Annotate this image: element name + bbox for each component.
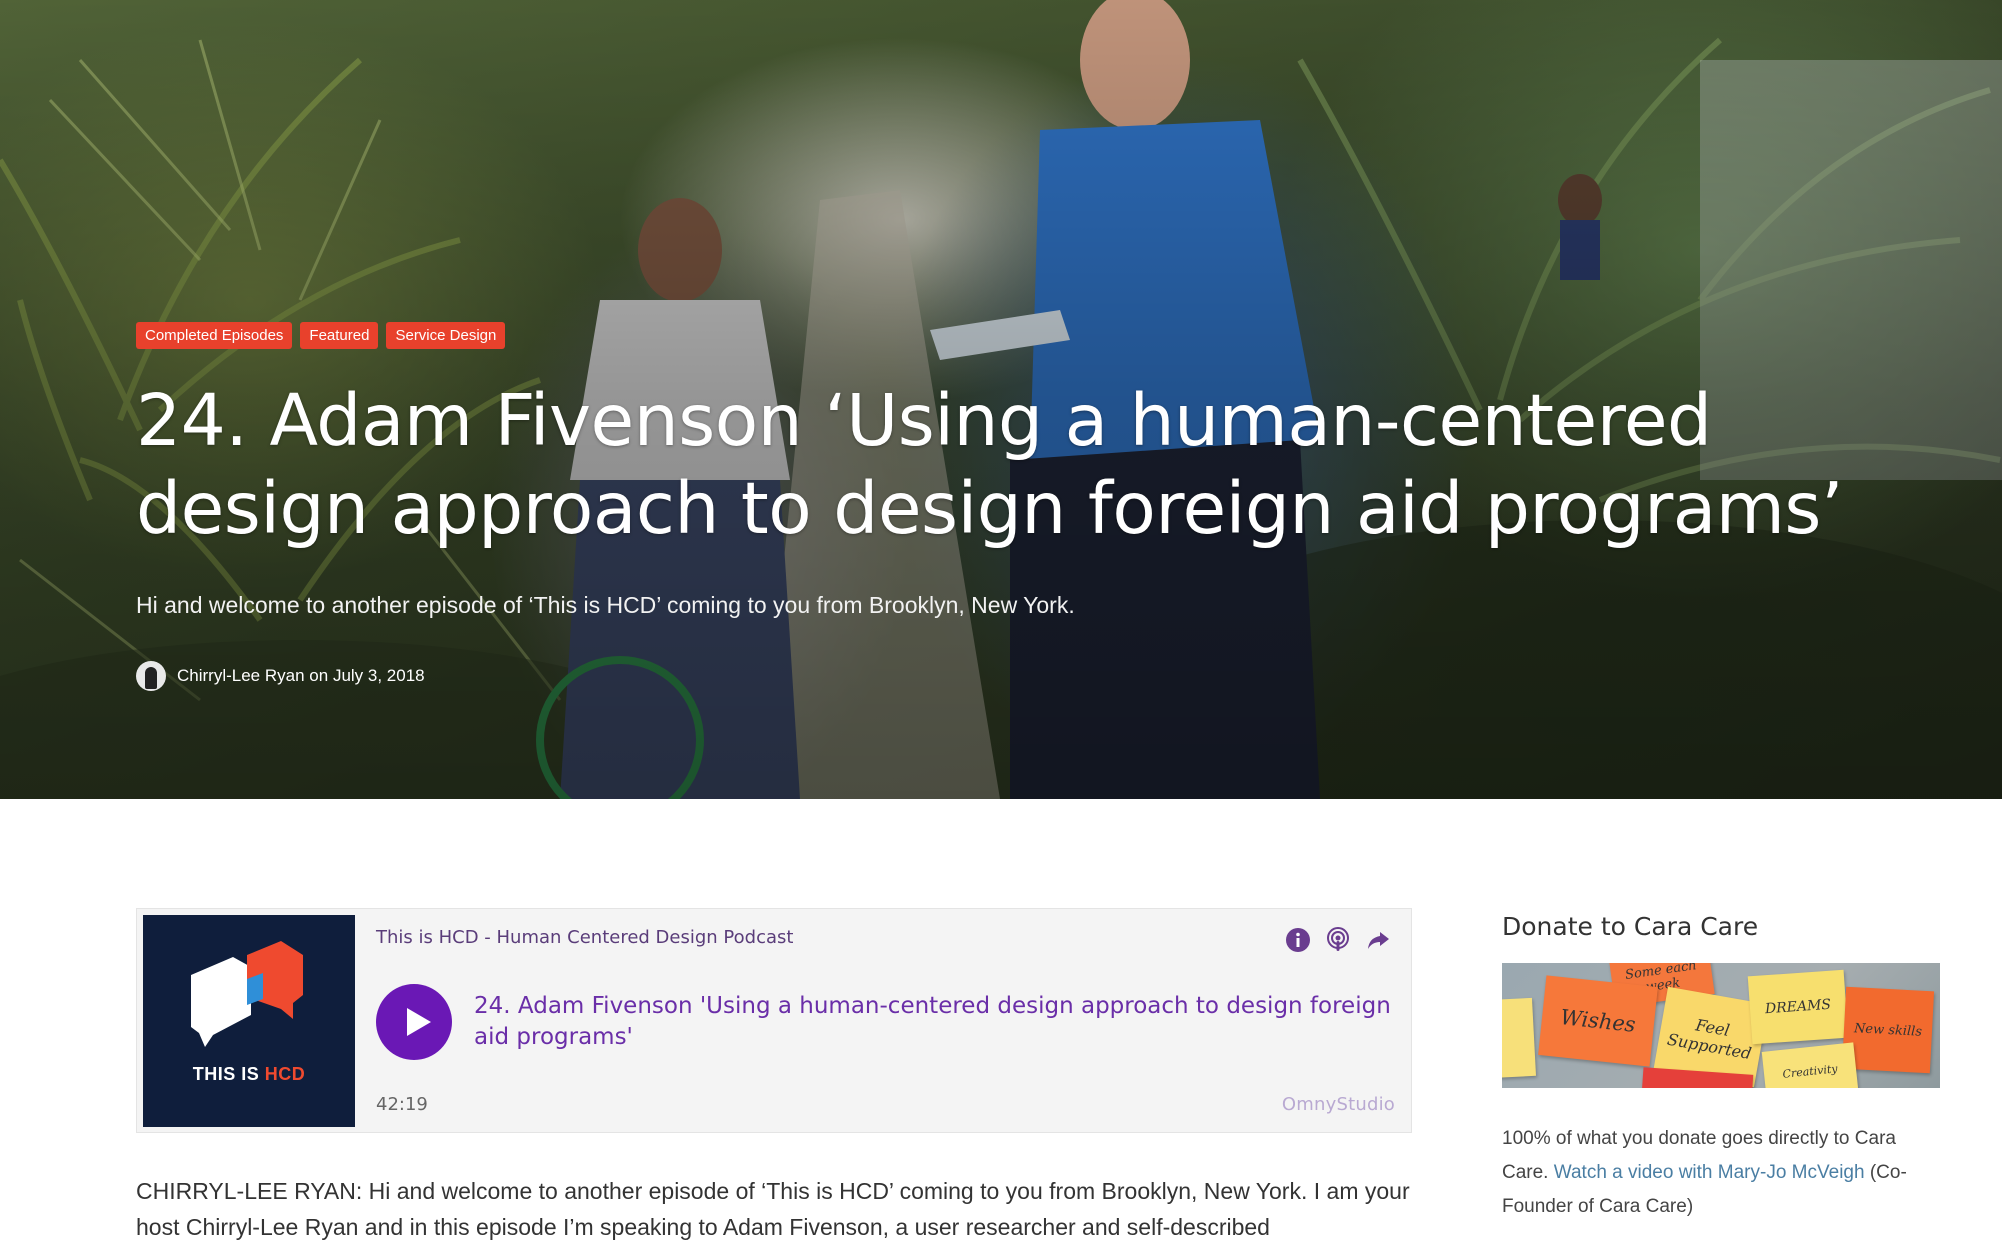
podcast-player: THIS IS HCD This is HCD - Human Centered… [136,908,1412,1133]
transcript-line-1: CHIRRYL-LEE RYAN: Hi and welcome to anot… [136,1178,1359,1204]
watch-video-link[interactable]: Watch a video with Mary-Jo McVeigh [1554,1162,1865,1183]
episode-title[interactable]: 24. Adam Fivenson 'Using a human-centere… [474,991,1394,1053]
donate-description: 100% of what you donate goes directly to… [1502,1128,1907,1217]
player-actions [1285,927,1391,953]
podcast-name[interactable]: This is HCD - Human Centered Design Podc… [376,927,793,948]
share-icon[interactable] [1365,927,1391,953]
sticky-note: DREAMS [1747,969,1849,1045]
podcast-artwork: THIS IS HCD [143,915,355,1127]
play-button[interactable] [376,984,452,1060]
hcd-logo-icon [191,941,303,1047]
main-content: THIS IS HCD This is HCD - Human Centered… [136,908,1412,1241]
category-tags: Completed Episodes Featured Service Desi… [136,322,1936,349]
sticky-note: Wishes [1538,975,1658,1067]
hero-subtitle: Hi and welcome to another episode of ‘Th… [136,592,1075,618]
omnystudio-logo[interactable]: OmnyStudio [1282,1094,1395,1115]
sidebar-widget-title: Donate to Cara Care [1502,912,1759,941]
hero-banner: Completed Episodes Featured Service Desi… [0,0,2002,799]
donate-image[interactable]: Some each week Wishes Feel Supported DRE… [1502,963,1940,1088]
artwork-label: THIS IS HCD [192,1064,306,1084]
sidebar: Donate to Cara Care Some each week Wishe… [1502,912,1940,1224]
byline: Chirryl-Lee Ryan on July 3, 2018 [136,661,1936,691]
tag-service-design[interactable]: Service Design [386,322,506,349]
date-prefix: on [309,666,329,685]
transcript-text: CHIRRYL-LEE RYAN: Hi and welcome to anot… [136,1173,1412,1241]
hero-content: Completed Episodes Featured Service Desi… [136,322,1936,691]
author-link[interactable]: Chirryl-Lee Ryan [177,666,305,686]
avatar[interactable] [136,661,166,691]
tag-completed-episodes[interactable]: Completed Episodes [136,322,293,349]
post-date: July 3, 2018 [332,666,425,685]
sticky-note [1502,997,1537,1079]
page-title: 24. Adam Fivenson ‘Using a human-centere… [136,379,1844,550]
sticky-note: Creativity [1761,1042,1859,1088]
podcast-icon[interactable] [1325,927,1351,953]
tag-featured[interactable]: Featured [300,322,379,349]
sticky-note: New skills [1841,986,1935,1074]
episode-duration: 42:19 [376,1094,428,1115]
info-icon[interactable] [1285,927,1311,953]
